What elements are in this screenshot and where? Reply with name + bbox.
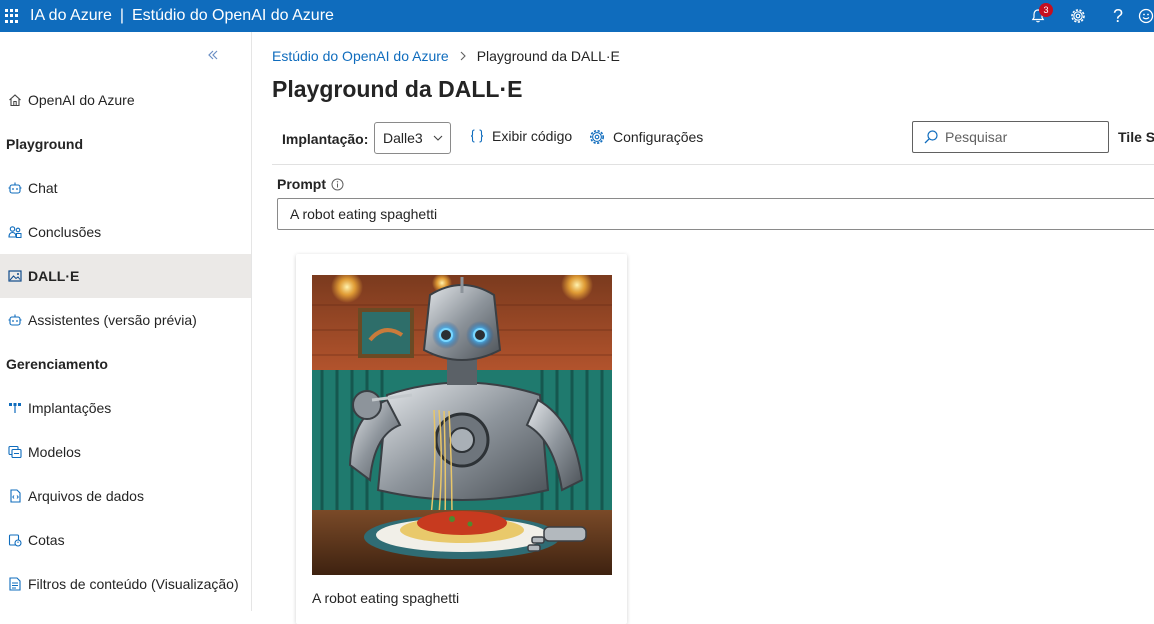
help-button[interactable]: ?: [1098, 0, 1138, 32]
search-icon: [923, 129, 939, 145]
sidebar-item-quotas[interactable]: Cotas: [0, 518, 251, 562]
bot-icon: [7, 180, 23, 196]
data-file-icon: [7, 488, 23, 504]
notification-badge: 3: [1039, 3, 1053, 17]
gear-icon: [1071, 9, 1085, 23]
sidebar-item-label: OpenAI do Azure: [28, 92, 135, 108]
deployment-label: Implantação:: [282, 131, 369, 147]
notifications-button[interactable]: 3: [1018, 0, 1058, 32]
page-title: Playground da DALL·E: [272, 76, 523, 102]
content-filter-icon: [7, 576, 23, 592]
sidebar-item-label: Modelos: [28, 444, 81, 460]
section-heading-management: Gerenciamento: [6, 356, 108, 372]
studio-name[interactable]: Estúdio do OpenAI do Azure: [132, 7, 334, 24]
sidebar-item-label: Arquivos de dados: [28, 488, 144, 504]
top-icons: 3 ?: [1018, 0, 1154, 32]
breadcrumb-current: Playground da DALL·E: [476, 48, 620, 64]
home-icon: [7, 92, 23, 108]
chevron-right-icon: [459, 48, 467, 64]
sidebar-item-chat[interactable]: Chat: [0, 166, 251, 210]
app-launcher-icon[interactable]: [4, 8, 20, 24]
view-code-label: Exibir código: [492, 128, 573, 144]
brand: IA do Azure | Estúdio do OpenAI do Azure: [30, 7, 334, 25]
sidebar-item-label: Assistentes (versão prévia): [28, 312, 197, 328]
deployment-icon: [7, 400, 23, 416]
prompt-input[interactable]: A robot eating spaghetti: [277, 198, 1154, 230]
collapse-sidebar-button[interactable]: [207, 48, 219, 64]
bot-icon: [7, 312, 23, 328]
brand-separator: |: [119, 7, 124, 24]
breadcrumb: Estúdio do OpenAI do Azure Playground da…: [272, 48, 620, 64]
breadcrumb-studio-link[interactable]: Estúdio do OpenAI do Azure: [272, 48, 449, 64]
feedback-button[interactable]: [1138, 0, 1154, 32]
toolbar: Implantação: Dalle3 Exibir código Config…: [272, 120, 1154, 165]
code-braces-icon: [469, 128, 485, 144]
sidebar-item-data-files[interactable]: Arquivos de dados: [0, 474, 251, 518]
chevron-double-left-icon: [208, 50, 218, 60]
sidebar-item-label: DALL·E: [28, 268, 80, 284]
image-icon: [7, 268, 23, 284]
chevron-down-icon: [432, 131, 444, 147]
gear-icon: [588, 128, 606, 146]
smiley-icon: [1138, 8, 1154, 24]
sidebar-item-openai[interactable]: OpenAI do Azure: [0, 78, 251, 122]
prompt-value: A robot eating spaghetti: [290, 206, 438, 222]
sidebar-item-label: Conclusões: [28, 224, 102, 240]
deployment-value: Dalle3: [383, 130, 423, 146]
sidebar-item-dalle[interactable]: DALL·E: [0, 254, 251, 298]
sidebar-item-label: Implantações: [28, 400, 112, 416]
section-heading-playground: Playground: [6, 136, 84, 152]
help-icon: ?: [1112, 5, 1123, 26]
settings-label: Configurações: [613, 129, 704, 145]
product-name[interactable]: IA do Azure: [30, 7, 112, 24]
sidebar-item-completions[interactable]: Conclusões: [0, 210, 251, 254]
sidebar-item-models[interactable]: Modelos: [0, 430, 251, 474]
sidebar-item-label: Filtros de conteúdo (Visualização): [28, 576, 239, 592]
deployment-select[interactable]: Dalle3: [374, 122, 451, 154]
quota-icon: [7, 532, 23, 548]
top-bar: IA do Azure | Estúdio do OpenAI do Azure 3…: [0, 0, 1154, 32]
tile-size-label: Tile Si: [1118, 129, 1154, 145]
image-caption: A robot eating spaghetti: [312, 590, 460, 606]
sidebar-item-assistants[interactable]: Assistentes (versão prévia): [0, 298, 251, 342]
sidebar-item-label: Cotas: [28, 532, 65, 548]
info-icon[interactable]: [331, 178, 344, 191]
models-icon: [7, 444, 23, 460]
search-input[interactable]: Pesquisar: [912, 121, 1109, 153]
prompt-label: Prompt: [277, 176, 344, 192]
search-placeholder: Pesquisar: [945, 129, 1008, 145]
prompt-label-text: Prompt: [277, 176, 326, 192]
view-code-button[interactable]: Exibir código: [469, 128, 572, 144]
sidebar-item-label: Chat: [28, 180, 58, 196]
generated-image[interactable]: [312, 275, 612, 575]
people-icon: [7, 224, 23, 240]
settings-button[interactable]: [1058, 0, 1098, 32]
sidebar: OpenAI do Azure Playground Chat Conclusõ…: [0, 32, 252, 611]
sidebar-item-content-filters[interactable]: Filtros de conteúdo (Visualização): [0, 562, 251, 606]
sidebar-item-deployments[interactable]: Implantações: [0, 386, 251, 430]
generated-image-card[interactable]: A robot eating spaghetti: [296, 254, 627, 624]
settings-button-toolbar[interactable]: Configurações: [588, 128, 703, 146]
